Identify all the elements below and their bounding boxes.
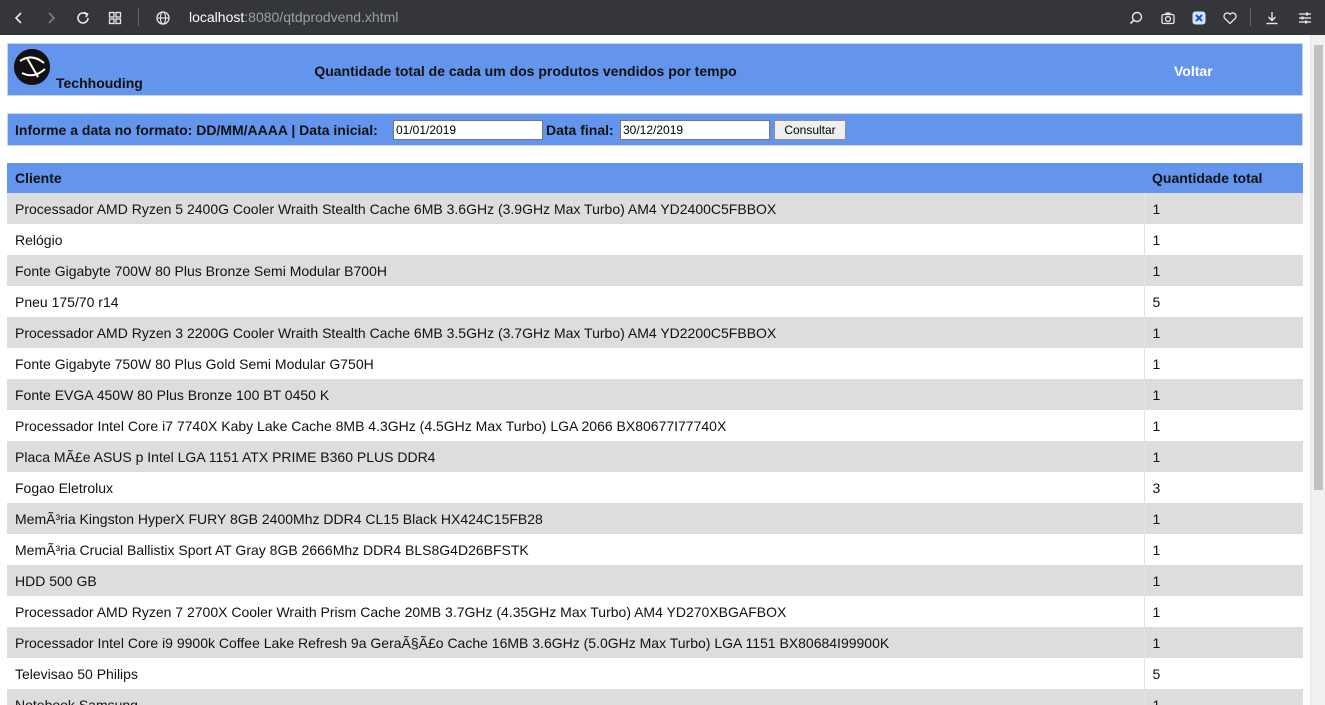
quantity-cell: 1	[1144, 317, 1303, 348]
table-row: Fonte Gigabyte 750W 80 Plus Gold Semi Mo…	[7, 348, 1303, 379]
quantity-cell: 1	[1144, 410, 1303, 441]
table-row: Processador Intel Core i9 9900k Coffee L…	[7, 627, 1303, 658]
consult-button[interactable]: Consultar	[774, 120, 846, 140]
product-name-cell: Pneu 175/70 r14	[7, 286, 1145, 317]
product-name-cell: Processador Intel Core i7 7740X Kaby Lak…	[7, 410, 1145, 441]
page-header: Techhouding Quantidade total de cada um …	[7, 43, 1303, 96]
reload-icon[interactable]	[68, 0, 98, 35]
quantity-cell: 1	[1144, 193, 1303, 224]
download-icon[interactable]	[1257, 0, 1287, 35]
vertical-scrollbar[interactable]	[1310, 35, 1325, 705]
product-name-cell: Fogao Eletrolux	[7, 472, 1145, 503]
table-row: Televisao 50 Philips 5	[7, 658, 1303, 689]
quantity-cell: 1	[1144, 689, 1303, 705]
forward-arrow-icon[interactable]	[36, 0, 66, 35]
table-row: MemÃ³ria Crucial Ballistix Sport AT Gray…	[7, 534, 1303, 565]
browser-toolbar: localhost:8080/qtdprodvend.xhtml	[0, 0, 1325, 35]
page-content: Techhouding Quantidade total de cada um …	[0, 35, 1310, 705]
table-row: Fonte Gigabyte 700W 80 Plus Bronze Semi …	[7, 255, 1303, 286]
quantity-cell: 1	[1144, 503, 1303, 534]
product-name-cell: Placa MÃ£e ASUS p Intel LGA 1151 ATX PRI…	[7, 441, 1145, 472]
product-name-cell: Processador Intel Core i9 9900k Coffee L…	[7, 627, 1145, 658]
scrollbar-thumb[interactable]	[1314, 45, 1323, 490]
quantity-cell: 5	[1144, 286, 1303, 317]
product-name-cell: Notebook Samsung	[7, 689, 1145, 705]
table-row: Fogao Eletrolux 3	[7, 472, 1303, 503]
back-link[interactable]: Voltar	[1174, 63, 1213, 79]
end-date-input[interactable]	[620, 120, 770, 140]
quantity-cell: 3	[1144, 472, 1303, 503]
table-row: Placa MÃ£e ASUS p Intel LGA 1151 ATX PRI…	[7, 441, 1303, 472]
table-row: Processador Intel Core i7 7740X Kaby Lak…	[7, 410, 1303, 441]
end-date-label: Data final:	[546, 122, 614, 138]
quantity-cell: 1	[1144, 534, 1303, 565]
product-name-cell: MemÃ³ria Kingston HyperX FURY 8GB 2400Mh…	[7, 503, 1145, 534]
table-row: Processador AMD Ryzen 7 2700X Cooler Wra…	[7, 596, 1303, 627]
url-path: :8080/qtdprodvend.xhtml	[244, 9, 399, 25]
back-arrow-icon[interactable]	[4, 0, 34, 35]
product-name-cell: Relógio	[7, 224, 1145, 255]
products-table: Cliente Quantidade total Processador AMD…	[7, 163, 1303, 705]
globe-icon[interactable]	[148, 0, 178, 35]
product-name-cell: Processador AMD Ryzen 7 2700X Cooler Wra…	[7, 596, 1145, 627]
product-name-cell: Fonte Gigabyte 700W 80 Plus Bronze Semi …	[7, 255, 1145, 286]
product-name-cell: HDD 500 GB	[7, 565, 1145, 596]
table-row: Pneu 175/70 r14 5	[7, 286, 1303, 317]
quantity-cell: 1	[1144, 596, 1303, 627]
tabs-grid-icon[interactable]	[100, 0, 130, 35]
product-name-cell: Fonte Gigabyte 750W 80 Plus Gold Semi Mo…	[7, 348, 1145, 379]
product-name-cell: MemÃ³ria Crucial Ballistix Sport AT Gray…	[7, 534, 1145, 565]
table-row: Fonte EVGA 450W 80 Plus Bronze 100 BT 04…	[7, 379, 1303, 410]
quantity-cell: 1	[1144, 379, 1303, 410]
url-host: localhost	[189, 9, 245, 25]
product-name-cell: Processador AMD Ryzen 5 2400G Cooler Wra…	[7, 193, 1145, 224]
quantity-cell: 1	[1144, 255, 1303, 286]
table-row: HDD 500 GB 1	[7, 565, 1303, 596]
table-row: MemÃ³ria Kingston HyperX FURY 8GB 2400Mh…	[7, 503, 1303, 534]
start-date-label: Informe a data no formato: DD/MM/AAAA | …	[15, 122, 378, 138]
table-header-row: Cliente Quantidade total	[7, 163, 1303, 193]
quantity-cell: 1	[1144, 348, 1303, 379]
product-name-cell: Fonte EVGA 450W 80 Plus Bronze 100 BT 04…	[7, 379, 1145, 410]
date-filter-bar: Informe a data no formato: DD/MM/AAAA | …	[7, 113, 1303, 146]
heart-icon[interactable]	[1215, 0, 1245, 35]
extension-icon[interactable]	[1184, 0, 1214, 35]
table-row: Notebook Samsung 1	[7, 689, 1303, 705]
table-row: Relógio 1	[7, 224, 1303, 255]
product-name-cell: Processador AMD Ryzen 3 2200G Cooler Wra…	[7, 317, 1145, 348]
column-header-quantity: Quantidade total	[1144, 163, 1303, 193]
address-bar[interactable]: localhost:8080/qtdprodvend.xhtml	[189, 0, 398, 35]
column-header-client: Cliente	[7, 163, 1144, 193]
zoom-search-icon[interactable]	[1121, 0, 1151, 35]
quantity-cell: 1	[1144, 565, 1303, 596]
toolbar-divider	[1250, 8, 1251, 26]
settings-sliders-icon[interactable]	[1290, 0, 1320, 35]
toolbar-divider	[138, 8, 139, 26]
table-row: Processador AMD Ryzen 5 2400G Cooler Wra…	[7, 193, 1303, 224]
page-title: Quantidade total de cada um dos produtos…	[314, 63, 737, 79]
quantity-cell: 1	[1144, 627, 1303, 658]
start-date-input[interactable]	[393, 120, 543, 140]
quantity-cell: 5	[1144, 658, 1303, 689]
quantity-cell: 1	[1144, 441, 1303, 472]
camera-icon[interactable]	[1153, 0, 1183, 35]
product-name-cell: Televisao 50 Philips	[7, 658, 1145, 689]
table-row: Processador AMD Ryzen 3 2200G Cooler Wra…	[7, 317, 1303, 348]
quantity-cell: 1	[1144, 224, 1303, 255]
